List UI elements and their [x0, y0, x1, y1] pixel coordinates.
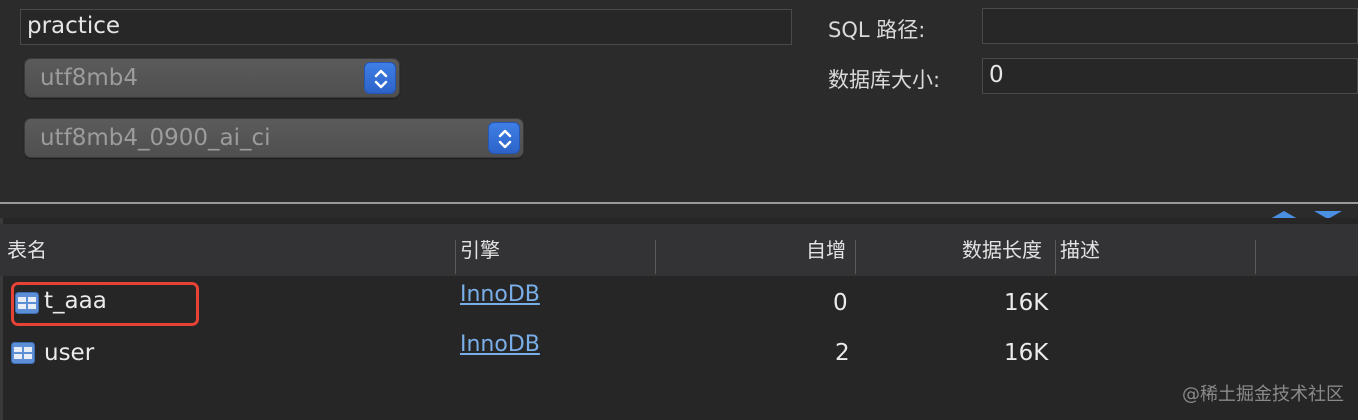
charset-select[interactable]: utf8mb4	[24, 58, 400, 98]
engine-link[interactable]: InnoDB	[460, 332, 540, 357]
sql-path-field[interactable]	[982, 8, 1358, 44]
data-length-cell: 16K	[1004, 340, 1049, 366]
table-name-cell: user	[44, 340, 95, 366]
table-header-row	[0, 224, 1358, 276]
collation-select[interactable]: utf8mb4_0900_ai_ci	[24, 118, 524, 158]
engine-link[interactable]: InnoDB	[460, 282, 540, 307]
column-header-data-length[interactable]: 数据长度	[962, 224, 1042, 276]
scroll-up-down-icon[interactable]	[1268, 206, 1344, 219]
column-header-auto-increment[interactable]: 自增	[806, 224, 846, 276]
column-separator[interactable]	[1255, 240, 1256, 274]
database-properties-form: practice utf8mb4 utf8mb4_0900_ai_ci SQL …	[0, 0, 1358, 202]
highlight-annotation	[11, 282, 199, 326]
db-size-label: 数据库大小:	[828, 68, 941, 92]
column-separator[interactable]	[855, 240, 856, 274]
auto-increment-cell: 0	[833, 290, 848, 316]
column-separator[interactable]	[655, 240, 656, 274]
collation-select-value: utf8mb4_0900_ai_ci	[40, 125, 271, 151]
column-separator[interactable]	[1055, 240, 1056, 274]
table-icon	[11, 342, 35, 364]
data-length-cell: 16K	[1004, 290, 1049, 316]
db-size-field: 0	[982, 58, 1358, 94]
table-row[interactable]: t_aaa InnoDB 0 16K	[3, 278, 1358, 328]
up-down-stepper-icon[interactable]	[488, 122, 520, 154]
column-header-description[interactable]: 描述	[1060, 224, 1100, 276]
database-name-field[interactable]: practice	[20, 9, 792, 45]
up-down-stepper-icon[interactable]	[364, 62, 396, 94]
table-row[interactable]: user InnoDB 2 16K	[3, 328, 1358, 378]
split-divider[interactable]	[0, 202, 1358, 204]
charset-select-value: utf8mb4	[40, 65, 138, 91]
column-header-name[interactable]: 表名	[7, 224, 47, 276]
column-header-engine[interactable]: 引擎	[460, 224, 500, 276]
sql-path-label: SQL 路径:	[828, 18, 926, 42]
watermark: @稀土掘金技术社区	[1182, 384, 1344, 405]
column-separator[interactable]	[455, 240, 456, 274]
auto-increment-cell: 2	[835, 340, 850, 366]
